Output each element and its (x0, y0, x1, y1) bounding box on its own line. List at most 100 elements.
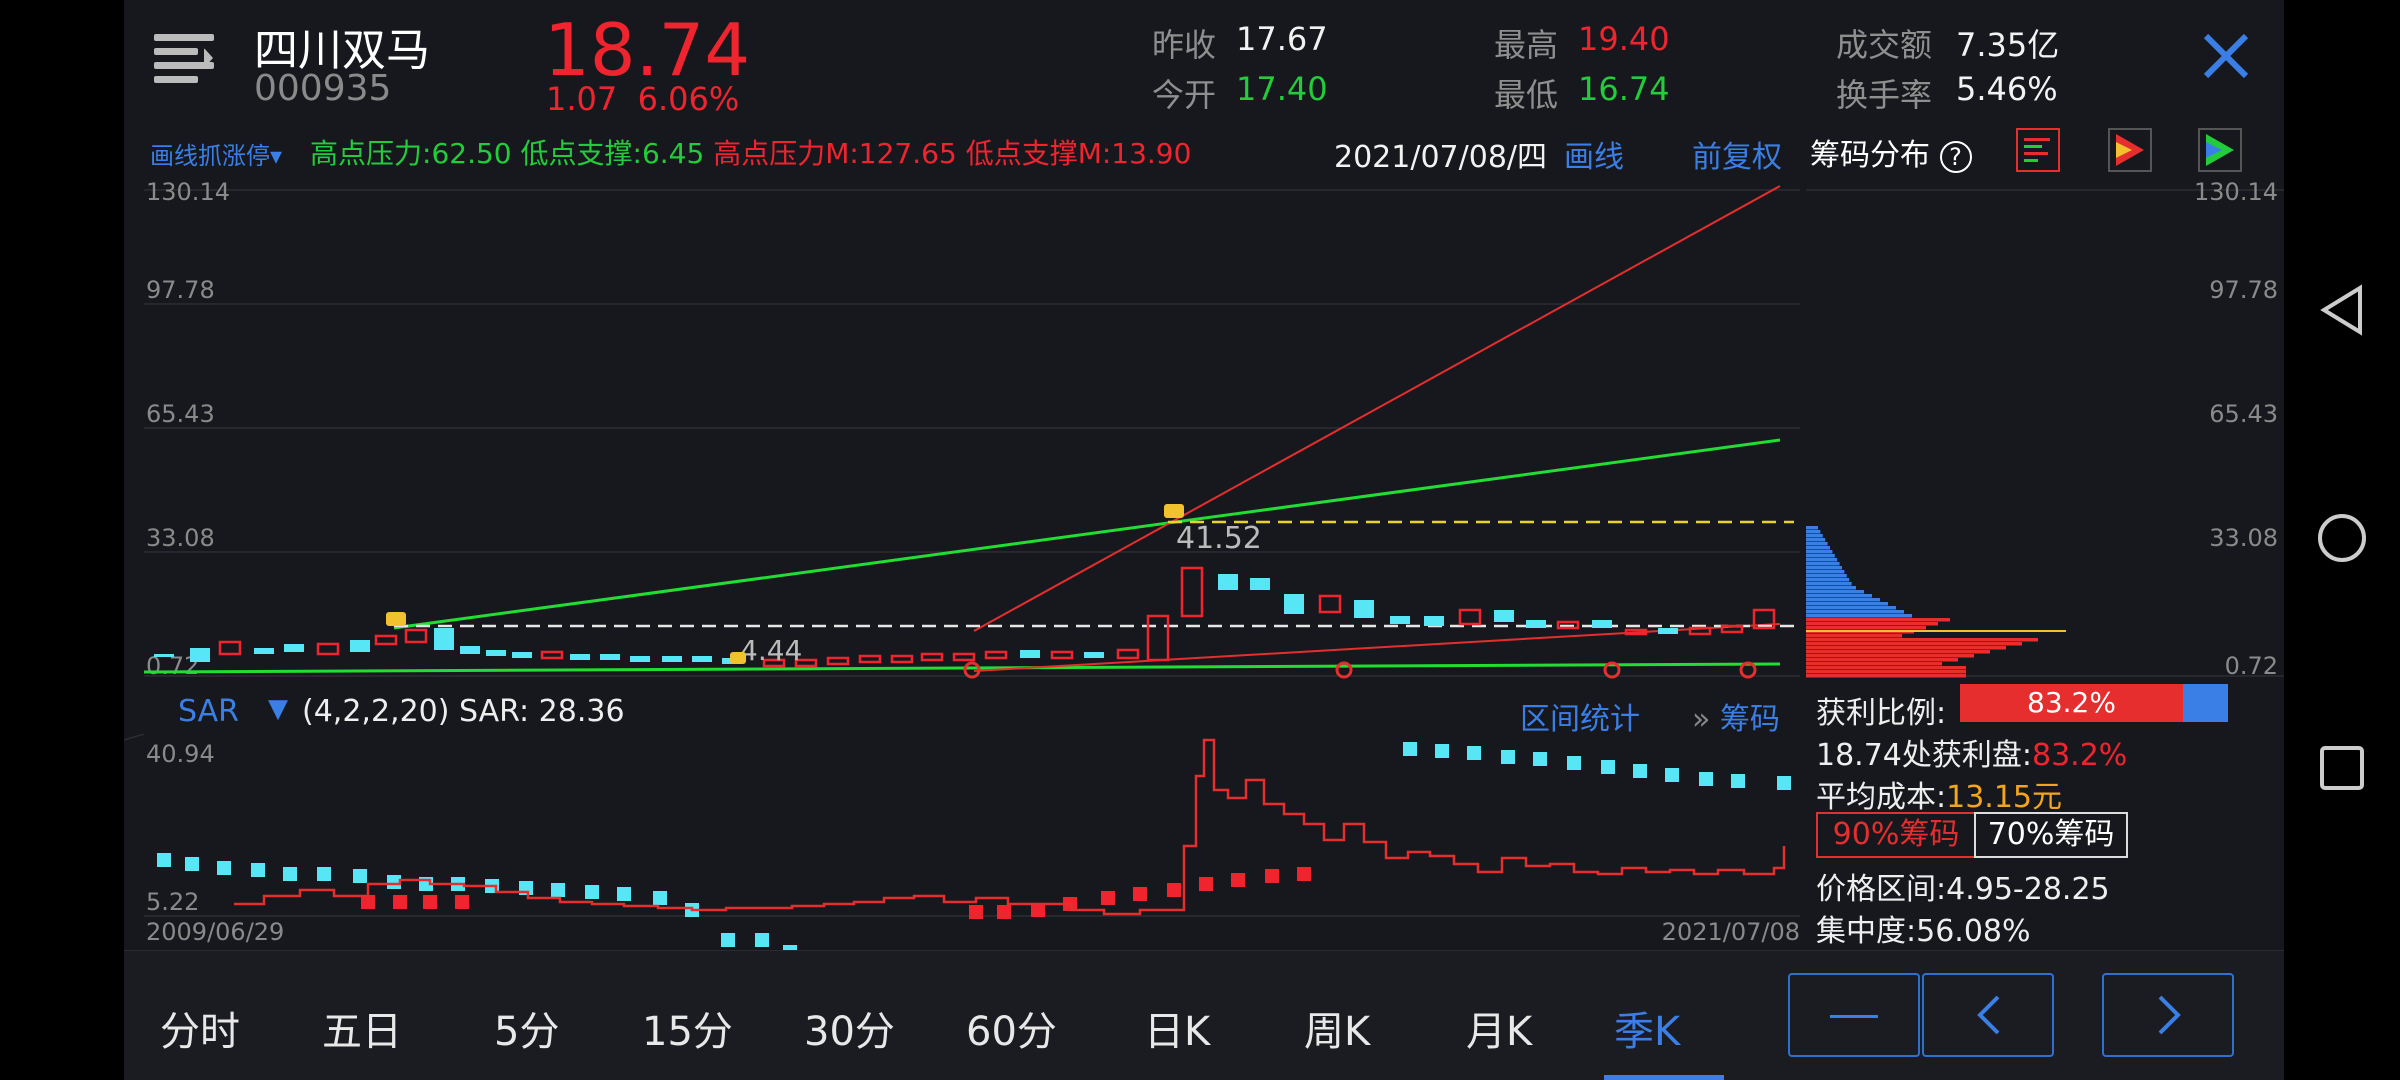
candle (350, 640, 370, 652)
sar-series (157, 738, 1791, 950)
candle (1526, 620, 1546, 628)
candle (316, 642, 340, 656)
adjust-mode-button[interactable]: 前复权 (1692, 132, 1782, 178)
chip-bar (1806, 666, 1966, 670)
home-icon[interactable] (2316, 512, 2368, 564)
sar-dot (1403, 742, 1417, 756)
prev-close-value: 17.67 (1236, 20, 1328, 58)
candle (1180, 566, 1204, 618)
tab-10[interactable]: 季K (1604, 999, 1724, 1080)
help-icon[interactable]: ? (1939, 141, 1972, 173)
change-amount: 1.07 (546, 80, 618, 118)
sar-dot (317, 867, 331, 881)
tab-5[interactable]: 30分 (804, 999, 895, 1057)
chip-y-tick-33: 33.08 (2209, 524, 2278, 552)
chips-button[interactable]: » 筹码 (1692, 694, 1780, 738)
chip-style-3-icon[interactable] (2198, 128, 2242, 172)
turnover-amount-label: 成交额 (1836, 26, 1933, 64)
price-range-value: 4.95-28.25 (1946, 872, 2110, 907)
menu-icon[interactable] (154, 30, 214, 86)
turnover-rate-value: 5.46% (1956, 70, 2058, 108)
tab-7[interactable]: 日K (1144, 999, 1210, 1057)
sar-dot (283, 867, 297, 881)
candle (460, 646, 480, 654)
y-tick-65: 65.43 (146, 400, 215, 428)
close-icon[interactable] (2196, 26, 2256, 86)
tab-1[interactable]: 分时 (160, 999, 240, 1057)
draw-line-button[interactable]: 画线 (1564, 132, 1624, 178)
sar-dot (1297, 867, 1311, 881)
chip-bar (1806, 562, 1840, 566)
support-line-green (143, 662, 1781, 674)
chip-bar (1806, 570, 1845, 574)
profit-ratio-value: 83.2% (2027, 686, 2116, 719)
tab-4[interactable]: 15分 (642, 999, 733, 1057)
candle (1688, 626, 1712, 636)
low-value: 16.74 (1578, 70, 1670, 108)
candle (154, 654, 174, 657)
range-stats-button[interactable]: 区间统计 (1520, 694, 1640, 738)
chip-bar (1806, 598, 1880, 602)
candle (826, 656, 850, 666)
chip-bar (1806, 534, 1823, 538)
resistance-line-green (393, 438, 1781, 630)
minus-button[interactable] (1788, 973, 1920, 1057)
chip-bar (1806, 622, 1938, 626)
double-arrow-icon: » (1692, 702, 1711, 737)
tab-6[interactable]: 60分 (966, 999, 1057, 1057)
chip-style-1-icon[interactable] (2016, 128, 2060, 172)
sar-dot (1265, 869, 1279, 883)
candle (1250, 578, 1270, 590)
kline-date: 2021/07/08/四 (1334, 140, 1548, 175)
back-icon[interactable] (2316, 284, 2368, 336)
sar-dot (1699, 772, 1713, 786)
chip-70-button[interactable]: 70%筹码 (1974, 812, 2128, 858)
indicator-dropdown-icon[interactable]: ▼ (268, 694, 288, 724)
kline-chart[interactable]: 130.14 97.78 65.43 33.08 0.72 41.52 4.44 (124, 176, 1806, 686)
tab-9[interactable]: 月K (1466, 999, 1532, 1057)
next-button[interactable] (2102, 973, 2234, 1057)
recents-icon[interactable] (2318, 744, 2366, 792)
y-tick-33: 33.08 (146, 524, 215, 552)
stock-quote-screen: 四川双马 000935 18.74 1.07 6.06% 昨收 17.67 今开… (124, 0, 2284, 1080)
system-nav-bar (2284, 0, 2400, 1080)
chip-bar (1806, 566, 1842, 570)
sar-dot (423, 895, 437, 909)
candle (284, 644, 304, 652)
prev-button[interactable] (1922, 973, 2054, 1057)
chip-bar (1806, 542, 1828, 546)
high-pressure-m-value: 127.65 (858, 137, 957, 170)
sar-dot (393, 895, 407, 909)
chip-bar (1806, 662, 1942, 666)
sar-dot (551, 883, 565, 897)
chevron-right-icon (2158, 995, 2181, 1035)
sar-y-bottom: 5.22 (146, 888, 199, 916)
candle (1658, 628, 1678, 634)
candle (984, 650, 1008, 660)
sar-dot (353, 869, 367, 883)
tab-2[interactable]: 五日 (322, 999, 402, 1057)
chip-bar (1806, 618, 1950, 622)
turnover-amount-value: 7.35亿 (1956, 26, 2060, 64)
tab-3[interactable]: 5分 (494, 999, 559, 1057)
chip-bar (1806, 634, 1902, 638)
sar-dot (1533, 752, 1547, 766)
high-pressure-value: 62.50 (431, 137, 512, 170)
indicator-name[interactable]: SAR (178, 694, 239, 729)
sar-chart[interactable]: 40.94 5.22 2009/06/29 2021/07/08 (124, 734, 1806, 950)
candle (920, 652, 944, 662)
sar-dot (653, 891, 667, 905)
low-support-label: 低点支撑: (520, 137, 642, 170)
chip-bars (1806, 526, 2038, 678)
candle (374, 634, 398, 646)
profit-at-price: 18.74处获利盘:83.2% (1816, 730, 2127, 774)
tab-8[interactable]: 周K (1304, 999, 1370, 1057)
candle (630, 656, 650, 662)
high-pressure-m-label: 高点压力M: (713, 137, 859, 170)
candle (404, 628, 428, 644)
turnover-rate-label: 换手率 (1836, 76, 1933, 114)
chip-style-2-icon[interactable] (2108, 128, 2152, 172)
sar-dot (455, 895, 469, 909)
candle (858, 654, 882, 664)
chip-90-button[interactable]: 90%筹码 (1818, 814, 1976, 856)
